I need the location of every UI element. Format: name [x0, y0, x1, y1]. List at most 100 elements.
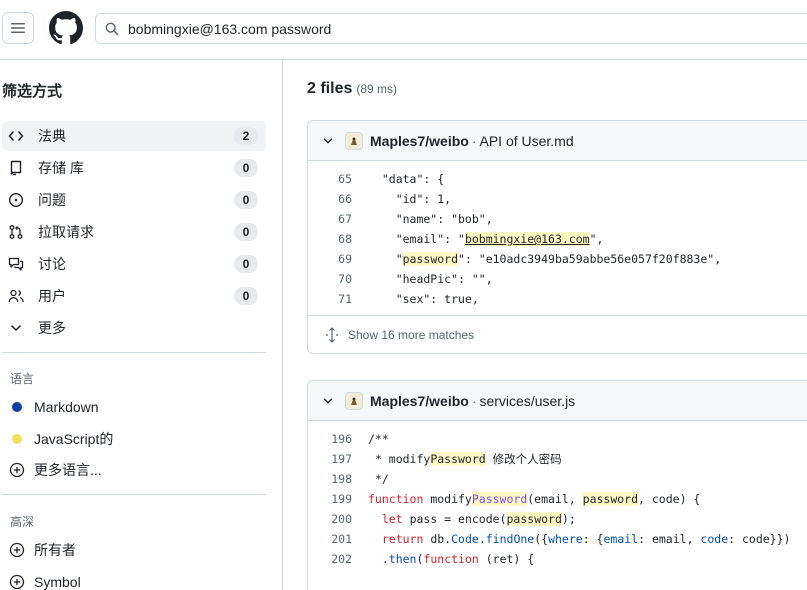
line-number: 68	[338, 232, 352, 246]
plus-circle-icon	[8, 461, 26, 479]
line-source: "headPic": "",	[368, 272, 493, 286]
result-card: Maples7/weibo · API of User.md 65 "data"…	[307, 120, 807, 354]
language-color-dot	[12, 434, 22, 444]
filter-users[interactable]: 用户 0	[2, 281, 266, 311]
filter-repositories[interactable]: 存储 库 0	[2, 153, 266, 183]
filter-issues[interactable]: 问题 0	[2, 185, 266, 215]
line-number: 199	[331, 492, 352, 506]
language-javascript[interactable]: JavaScript的	[6, 428, 113, 450]
language-color-dot	[12, 402, 22, 412]
code-token: ({	[534, 532, 549, 546]
path-separator: ·	[471, 392, 477, 409]
code-token: ",	[589, 232, 604, 246]
code-line: 66 "id": 1,	[308, 189, 807, 209]
repo-avatar-icon	[345, 391, 363, 410]
chevron-down-icon[interactable]	[321, 134, 335, 148]
advanced-symbol[interactable]: Symbol	[6, 571, 81, 590]
line-number: 200	[331, 512, 352, 526]
code-token: pass = encode(	[402, 512, 507, 526]
code-snippet: 196/** 197 * modifyPassword 修改个人密码 198 */1…	[308, 421, 807, 569]
show-more-label: Show 16 more matches	[348, 327, 475, 342]
line-source: "password": "e10adc3949ba59abbe56e057f20…	[368, 252, 721, 266]
filter-count: 0	[234, 255, 258, 273]
search-input[interactable]: bobmingxie@163.com password	[95, 13, 807, 44]
code-token: function	[368, 492, 424, 506]
line-number: 67	[338, 212, 352, 226]
search-match: Password	[471, 492, 528, 506]
chevron-down-icon	[7, 319, 25, 337]
plus-circle-icon	[8, 573, 26, 590]
line-source: "email": "bobmingxie@163.com",	[368, 232, 603, 246]
menu-button[interactable]	[2, 12, 34, 44]
code-line: 199 function modifyPassword(email, passwo…	[308, 489, 807, 509]
github-logo-icon[interactable]	[49, 11, 83, 45]
code-token: (email,	[527, 492, 583, 506]
show-more-matches[interactable]: Show 16 more matches	[308, 315, 807, 353]
languages-title: 语言	[10, 372, 35, 386]
code-token: .	[368, 552, 389, 566]
filter-more[interactable]: 更多	[2, 313, 266, 343]
filter-label: 问题	[38, 192, 66, 208]
code-token: * modify	[368, 452, 431, 466]
line-source: .then(function (ret) {	[368, 552, 534, 566]
search-match: Password	[430, 452, 486, 466]
search-icon	[105, 22, 119, 35]
line-number: 202	[331, 552, 352, 566]
line-number: 65	[338, 172, 352, 186]
filter-pull-requests[interactable]: 拉取请求 0	[2, 217, 266, 247]
chevron-down-icon[interactable]	[321, 394, 335, 408]
search-match: password	[402, 252, 459, 266]
file-link[interactable]: API of User.md	[479, 133, 573, 149]
sidebar-divider	[2, 352, 266, 353]
code-token: ": "e10adc3949ba59abbe56e057f20f883e",	[458, 252, 722, 266]
results-time: (89 ms)	[356, 82, 398, 96]
repo-icon	[7, 159, 25, 177]
code-token: then	[388, 552, 417, 566]
filter-discussions[interactable]: 讨论 0	[2, 249, 266, 279]
more-languages[interactable]: 更多语言...	[6, 459, 102, 481]
repo-link[interactable]: Maples7/weibo	[370, 393, 469, 409]
filter-label: 用户	[38, 288, 66, 304]
filter-count: 0	[234, 223, 258, 241]
code-line: 68 "email": "bobmingxie@163.com",	[308, 229, 807, 249]
filter-label: 存储 库	[38, 160, 84, 176]
code-token: code	[700, 532, 729, 546]
code-line: 71 "sex": true,	[308, 289, 807, 309]
filter-label: 更多	[38, 320, 66, 336]
search-query: bobmingxie@163.com password	[128, 20, 332, 37]
filter-sidebar: 筛选方式 法典 2 存储 库 0 问题 0 拉取请求 0 讨论 0 用户 0 更…	[0, 60, 283, 590]
code-token: : email,	[638, 532, 701, 546]
filter-count: 0	[234, 191, 258, 209]
code-token: "name": "bob",	[368, 212, 493, 226]
filter-count: 2	[234, 127, 258, 145]
filter-label: 拉取请求	[38, 224, 94, 240]
code-token: */	[368, 472, 389, 486]
pull-request-icon	[7, 223, 25, 241]
code-token: );	[561, 512, 576, 526]
code-token: : {	[582, 532, 604, 546]
code-token: findOne	[485, 532, 535, 546]
result-card-header: Maples7/weibo · API of User.md	[308, 121, 807, 161]
language-markdown[interactable]: Markdown	[6, 396, 99, 418]
line-number: 70	[338, 272, 352, 286]
line-number: 197	[331, 452, 352, 466]
code-token: return	[381, 532, 424, 546]
code-token: "id": 1,	[368, 192, 452, 206]
code-icon	[7, 127, 25, 145]
filter-count: 0	[234, 287, 258, 305]
advanced-owner[interactable]: 所有者	[6, 539, 76, 561]
people-icon	[7, 287, 25, 305]
file-link[interactable]: services/user.js	[479, 393, 575, 409]
repo-link[interactable]: Maples7/weibo	[370, 133, 469, 149]
code-snippet: 65 "data": { 66 "id": 1, 67 "name": "bob",…	[308, 161, 807, 309]
code-token: , code) {	[638, 492, 701, 506]
filter-code[interactable]: 法典 2	[2, 121, 266, 151]
code-token: "data": {	[368, 172, 445, 186]
issue-icon	[7, 191, 25, 209]
code-token: "headPic": "",	[368, 272, 493, 286]
code-token: function	[423, 552, 479, 566]
line-source: let pass = encode(password);	[368, 512, 576, 526]
repo-avatar-icon	[345, 131, 363, 150]
line-number: 66	[338, 192, 352, 206]
